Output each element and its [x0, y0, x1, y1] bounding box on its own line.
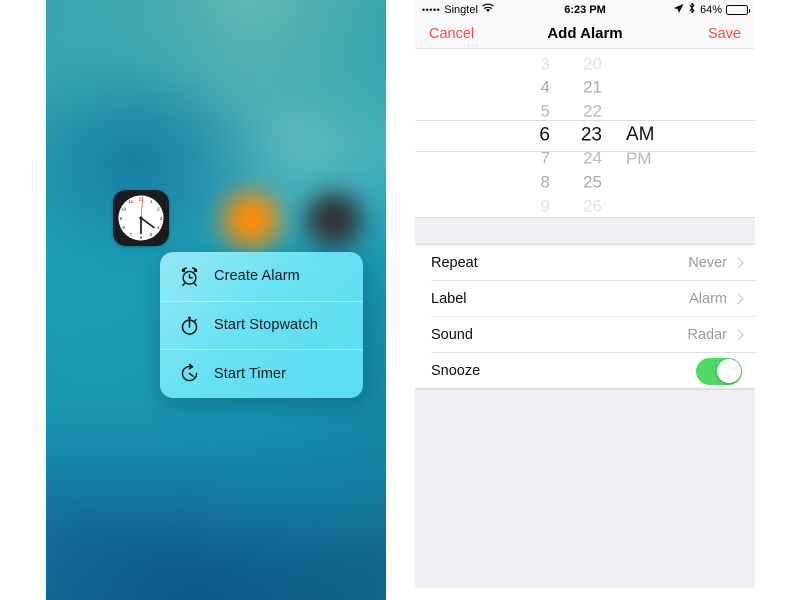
setting-row-repeat[interactable]: Repeat Never	[415, 245, 755, 281]
toggle-knob	[716, 359, 741, 383]
meridiem-option[interactable]: AM	[612, 123, 670, 147]
hour-option[interactable]: 9	[500, 194, 556, 217]
setting-label: Snooze	[431, 363, 481, 379]
minute-option[interactable]: 22	[556, 99, 612, 123]
hour-picker-column[interactable]: 23456789	[500, 49, 556, 215]
cancel-button[interactable]: Cancel	[429, 26, 474, 42]
quick-action-label: Start Timer	[214, 365, 286, 382]
quick-action-label: Create Alarm	[214, 268, 300, 285]
setting-value: Radar	[687, 327, 728, 343]
stopwatch-icon	[178, 314, 200, 336]
alarm-clock-icon	[178, 265, 200, 287]
quick-action-menu: Create Alarm Start Stopwatch Start Timer	[160, 252, 363, 398]
quick-action-create-alarm[interactable]: Create Alarm	[160, 252, 363, 301]
minute-option[interactable]: 24	[556, 147, 612, 171]
location-arrow-icon	[673, 3, 684, 17]
hour-option[interactable]: 5	[500, 99, 556, 123]
battery-percentage: 64%	[699, 3, 722, 16]
setting-label: Repeat	[431, 255, 478, 271]
svg-text:1: 1	[150, 199, 153, 204]
svg-text:7: 7	[130, 232, 133, 237]
setting-value: Never	[688, 255, 727, 271]
quick-action-start-timer[interactable]: Start Timer	[160, 349, 363, 398]
svg-text:9: 9	[120, 216, 123, 221]
hour-option[interactable]: 3	[500, 52, 556, 76]
alarm-settings-list: Repeat Never Label Alarm Sound Radar Snooze	[415, 245, 755, 389]
svg-text:2: 2	[157, 206, 160, 211]
bluetooth-icon	[688, 2, 696, 17]
svg-text:11: 11	[128, 199, 133, 204]
chevron-right-icon	[732, 329, 744, 341]
carrier-name: Singtel	[444, 3, 478, 16]
list-background-filler	[415, 389, 755, 588]
picker-columns: 23456789 1920212223242526 AMPM	[415, 49, 755, 217]
snooze-toggle[interactable]	[696, 357, 742, 385]
screenshot-stage: 12 1 2 3 4 5 6 7 8 9 10 11 Create Alarm …	[0, 0, 800, 600]
blurred-dark-app-icon[interactable]	[301, 190, 367, 254]
quick-action-label: Start Stopwatch	[214, 317, 318, 334]
row-separator	[415, 388, 755, 389]
hour-option[interactable]: 4	[500, 76, 556, 100]
svg-text:8: 8	[122, 225, 125, 230]
minute-option[interactable]: 26	[556, 194, 612, 217]
svg-text:5: 5	[150, 232, 153, 237]
setting-label: Label	[431, 291, 467, 307]
chevron-right-icon	[732, 293, 744, 305]
minute-option[interactable]: 23	[556, 123, 612, 147]
setting-control: Radar	[687, 327, 744, 343]
save-button[interactable]: Save	[708, 26, 741, 42]
section-gap	[415, 217, 755, 245]
meridiem-picker-column[interactable]: AM PM	[612, 123, 670, 217]
chevron-right-icon	[732, 257, 744, 269]
meridiem-option[interactable]: PM	[612, 147, 670, 171]
minute-option[interactable]: 25	[556, 170, 612, 194]
svg-text:10: 10	[121, 206, 127, 211]
wifi-icon	[481, 3, 494, 16]
status-bar-left: ••••• Singtel	[422, 3, 494, 16]
svg-text:6: 6	[140, 235, 143, 240]
quick-action-start-stopwatch[interactable]: Start Stopwatch	[160, 300, 363, 350]
minute-picker-column[interactable]: 1920212223242526	[556, 49, 612, 215]
setting-control	[696, 357, 742, 385]
hour-option[interactable]: 6	[500, 123, 556, 147]
time-picker[interactable]: 23456789 1920212223242526 AMPM	[415, 49, 755, 217]
app-icon-row: 12 1 2 3 4 5 6 7 8 9 10 11	[46, 189, 386, 254]
setting-row-sound[interactable]: Sound Radar	[415, 317, 755, 353]
hour-option[interactable]: 8	[500, 170, 556, 194]
status-bar: ••••• Singtel 6:23 PM 64%	[415, 0, 755, 19]
setting-control: Alarm	[689, 291, 744, 307]
timer-icon	[178, 363, 200, 385]
navigation-bar: Cancel Add Alarm Save	[415, 19, 755, 49]
blurred-orange-app-icon[interactable]	[218, 190, 284, 254]
setting-row-label[interactable]: Label Alarm	[415, 281, 755, 317]
status-bar-right: 64%	[673, 2, 750, 17]
setting-control: Never	[688, 255, 744, 271]
minute-option[interactable]: 21	[556, 76, 612, 100]
add-alarm-screen-panel: ••••• Singtel 6:23 PM 64% Cancel Add Ala…	[415, 0, 755, 600]
battery-icon	[726, 4, 750, 15]
setting-value: Alarm	[689, 291, 727, 307]
clock-face-graphic: 12 1 2 3 4 5 6 7 8 9 10 11	[118, 195, 164, 241]
setting-row-snooze[interactable]: Snooze	[415, 353, 755, 389]
hour-option[interactable]: 7	[500, 147, 556, 171]
signal-strength-icon: •••••	[422, 4, 441, 15]
ios-home-screen-panel: 12 1 2 3 4 5 6 7 8 9 10 11 Create Alarm …	[46, 0, 386, 600]
clock-app-icon[interactable]: 12 1 2 3 4 5 6 7 8 9 10 11	[113, 190, 169, 246]
svg-text:3: 3	[160, 216, 163, 221]
minute-option[interactable]: 20	[556, 52, 612, 76]
setting-label: Sound	[431, 327, 473, 343]
svg-text:4: 4	[157, 225, 160, 230]
